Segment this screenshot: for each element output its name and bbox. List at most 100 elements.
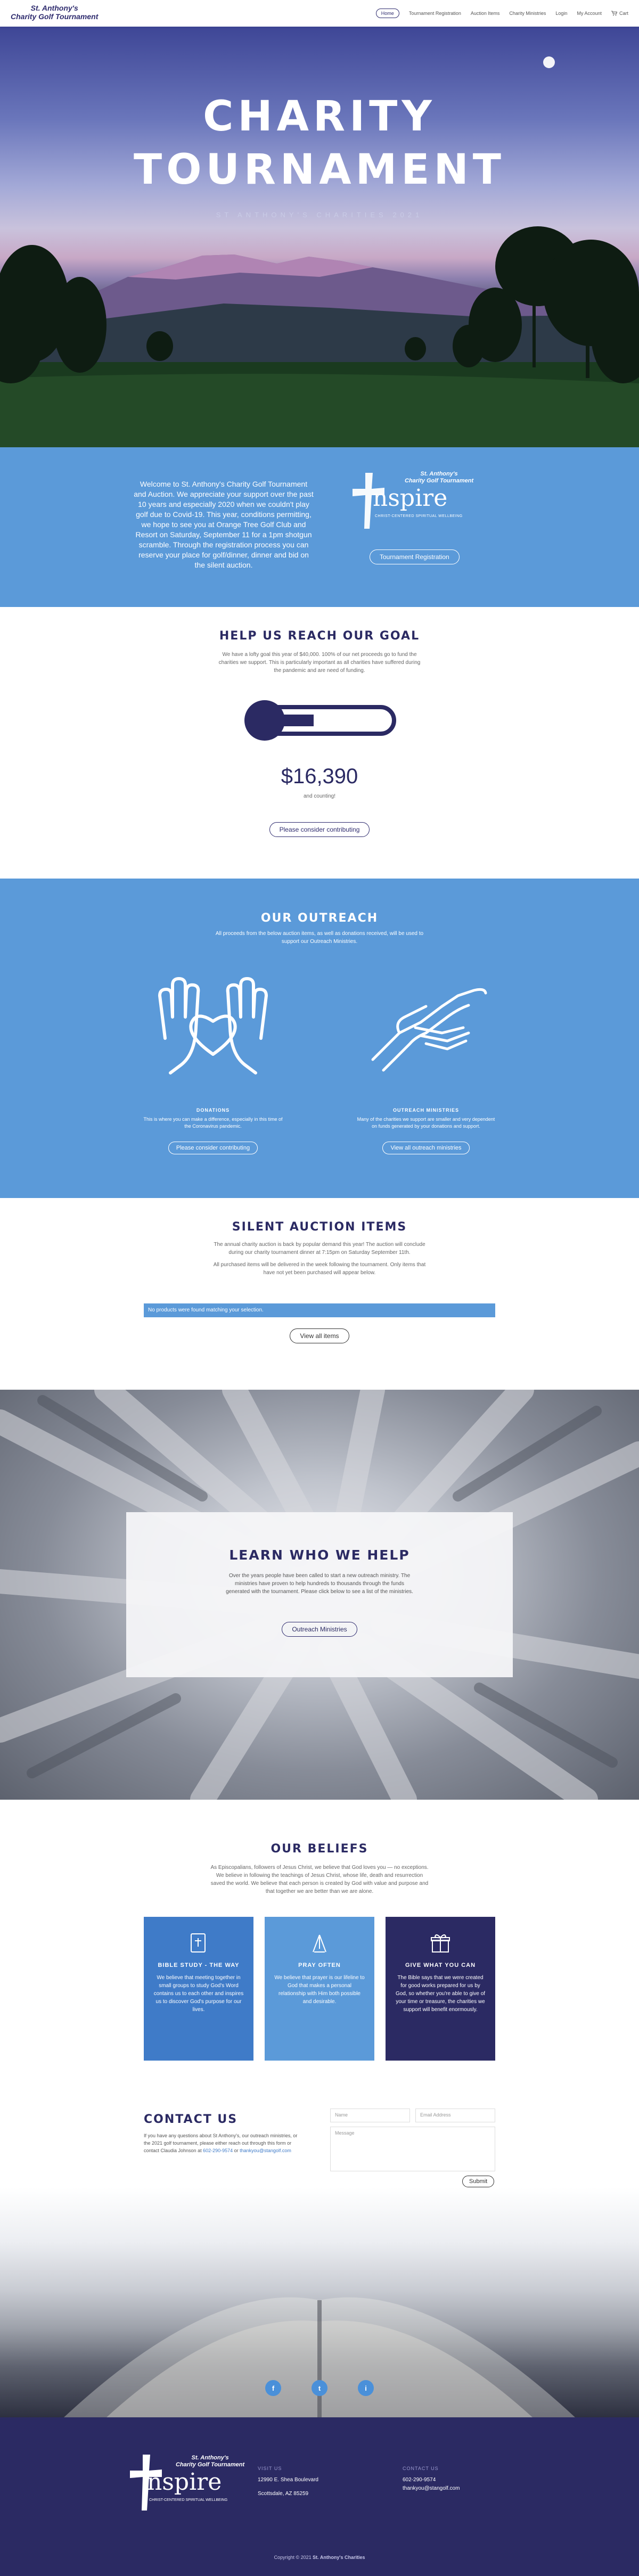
footer-inspire-word: nspire (147, 2468, 222, 2496)
cart-label: Cart (619, 11, 628, 16)
tournament-registration-button[interactable]: Tournament Registration (370, 549, 460, 564)
footer-address-1: 12990 E. Shea Boulevard (258, 2477, 318, 2483)
outreach-intro: All proceeds from the below auction item… (215, 931, 424, 945)
outreach-title: OUR OUTREACH (260, 912, 379, 925)
belief-card-give: GIVE WHAT YOU CAN The Bible says that we… (386, 1917, 495, 2061)
goal-counting: and counting! (303, 793, 336, 799)
beliefs-title: OUR BELIEFS (271, 1842, 368, 1856)
goal-amount: $16,390 (281, 765, 358, 788)
auction-section: SILENT AUCTION ITEMS The annual charity … (0, 1198, 639, 1390)
name-input[interactable]: Name (330, 2109, 410, 2122)
goal-text: We have a lofty goal this year of $40,00… (218, 652, 421, 674)
landscape-graphic (0, 226, 639, 447)
view-all-items-button[interactable]: View all items (290, 1328, 349, 1343)
ministries-text: Many of the charities we support are sma… (357, 1117, 495, 1129)
main-nav: Home Tournament Registration Auction Ite… (375, 0, 628, 27)
nav-my-account[interactable]: My Account (577, 11, 602, 16)
belief-card-pray-often: PRAY OFTEN We believe that prayer is our… (265, 1917, 374, 2061)
learn-text: Over the years people have been called t… (226, 1573, 413, 1595)
instagram-icon[interactable]: i (358, 2380, 374, 2396)
footer-address-2: Scottsdale, AZ 85259 (258, 2491, 309, 2497)
footer-visit-heading: VISIT US (258, 2466, 282, 2471)
footer-logo-title: St. Anthony's Charity Golf Tournament (176, 2455, 244, 2468)
welcome-section: Welcome to St. Anthony's Charity Golf To… (0, 447, 639, 607)
footer-phone[interactable]: 602-290-9574 (403, 2476, 460, 2484)
footer-logo-line-2: Charity Golf Tournament (176, 2462, 245, 2468)
heart-hands-icon (158, 977, 268, 1074)
donations-contribute-button[interactable]: Please consider contributing (168, 1142, 258, 1154)
email-input[interactable]: Email Address (415, 2109, 495, 2122)
message-textarea[interactable]: Message (330, 2127, 495, 2171)
nav-home[interactable]: Home (375, 9, 399, 18)
belief-card-bible-study: BIBLE STUDY - THE WAY We believe that me… (144, 1917, 253, 2061)
footer-email[interactable]: thankyou@stangolf.com (403, 2484, 460, 2493)
inspire-logo: St. Anthony's Charity Golf Tournament ns… (346, 469, 474, 532)
hero-title-line-1: CHARITY (203, 93, 436, 141)
footer-contact: CONTACT US 602-290-9574 thankyou@stangol… (403, 2464, 460, 2493)
contact-phone-link[interactable]: 602-290-9574 (203, 2148, 233, 2153)
helping-hands-icon (371, 988, 487, 1072)
auction-text-2: All purchased items will be delivered in… (213, 1262, 426, 1276)
belief-card-text: We believe that prayer is our lifeline t… (274, 1975, 365, 2005)
footer-contact-heading: CONTACT US (403, 2466, 439, 2471)
contact-section: CONTACT US If you have any questions abo… (0, 2098, 639, 2417)
copyright: Copyright © 2021 St. Anthony's Charities (0, 2555, 639, 2560)
view-ministries-button[interactable]: View all outreach ministries (382, 1142, 470, 1154)
donations-title: DONATIONS (196, 1107, 230, 1113)
footer-logo-line-1: St. Anthony's (191, 2455, 229, 2461)
inspire-word: nspire (373, 485, 448, 512)
contribute-button[interactable]: Please consider contributing (269, 822, 370, 837)
belief-card-title: BIBLE STUDY - THE WAY (158, 1962, 240, 1968)
site-logo[interactable]: St. Anthony's Charity Golf Tournament (11, 4, 98, 21)
thermometer-fill (265, 715, 314, 726)
auction-title: SILENT AUCTION ITEMS (232, 1220, 407, 1234)
submit-button[interactable]: Submit (462, 2176, 495, 2187)
facebook-icon[interactable]: f (265, 2380, 281, 2396)
site-footer: St. Anthony's Charity Golf Tournament ns… (0, 2417, 639, 2576)
belief-card-text: The Bible says that we were created for … (395, 1975, 486, 2013)
no-products-notice: No products were found matching your sel… (144, 1303, 495, 1317)
bible-icon (191, 1933, 206, 1952)
contact-text-or: or (233, 2148, 240, 2153)
goal-section: HELP US REACH OUR GOAL We have a lofty g… (0, 607, 639, 879)
copyright-prefix: Copyright © 2021 (274, 2555, 313, 2560)
twitter-icon[interactable]: t (312, 2380, 327, 2396)
contact-title: CONTACT US (144, 2113, 238, 2126)
praying-hands-icon (313, 1934, 326, 1952)
logo-line-1: St. Anthony's (30, 4, 78, 12)
belief-card-title: GIVE WHAT YOU CAN (405, 1962, 476, 1968)
goal-title: HELP US REACH OUR GOAL (219, 629, 420, 643)
badge-line-2: Charity Golf Tournament (405, 478, 474, 484)
belief-card-text: We believe that meeting together in smal… (153, 1975, 244, 2013)
inspire-logo-title: St. Anthony's Charity Golf Tournament (405, 471, 473, 485)
nav-auction-items[interactable]: Auction Items (471, 11, 500, 16)
donations-text: This is where you can make a difference,… (143, 1117, 283, 1129)
nav-cart[interactable]: Cart (611, 11, 628, 16)
learn-section: LEARN WHO WE HELP Over the years people … (0, 1390, 639, 1800)
footer-inspire-logo: St. Anthony's Charity Golf Tournament ns… (122, 2449, 250, 2518)
thermometer-graphic (244, 700, 396, 741)
copyright-name: St. Anthony's Charities (313, 2555, 365, 2560)
contact-email-link[interactable]: thankyou@stangolf.com (240, 2148, 291, 2153)
welcome-text: Welcome to St. Anthony's Charity Golf To… (134, 480, 314, 569)
ministries-title: OUTREACH MINISTRIES (392, 1107, 459, 1113)
belief-card-title: PRAY OFTEN (298, 1962, 341, 1968)
outreach-section: OUR OUTREACH All proceeds from the below… (0, 879, 639, 1198)
nav-tournament-registration[interactable]: Tournament Registration (409, 11, 461, 16)
footer-inspire-tagline: CHRIST-CENTERED SPIRITUAL WELLBEING (149, 2498, 228, 2502)
hero-subtitle: ST ANTHONY'S CHARITIES 2021 (216, 211, 423, 219)
gift-icon (431, 1934, 450, 1952)
contact-text: If you have any questions about St Antho… (144, 2132, 304, 2154)
nav-charity-ministries[interactable]: Charity Ministries (509, 11, 546, 16)
beliefs-text: As Episcopalians, followers of Jesus Chr… (210, 1865, 429, 1894)
nav-login[interactable]: Login (555, 11, 567, 16)
inspire-tagline: CHRIST-CENTERED SPIRITUAL WELLBEING (375, 514, 463, 518)
auction-text-1: The annual charity auction is back by po… (214, 1242, 425, 1256)
learn-title: LEARN WHO WE HELP (229, 1547, 410, 1563)
open-bible-photo (64, 2297, 575, 2417)
footer-visit: VISIT US 12990 E. Shea Boulevard Scottsd… (258, 2464, 318, 2498)
hero-section: CHARITY TOURNAMENT ST ANTHONY'S CHARITIE… (0, 27, 639, 447)
logo-line-2: Charity Golf Tournament (11, 12, 99, 21)
learn-card: LEARN WHO WE HELP Over the years people … (126, 1512, 513, 1677)
outreach-ministries-button[interactable]: Outreach Ministries (282, 1622, 357, 1637)
